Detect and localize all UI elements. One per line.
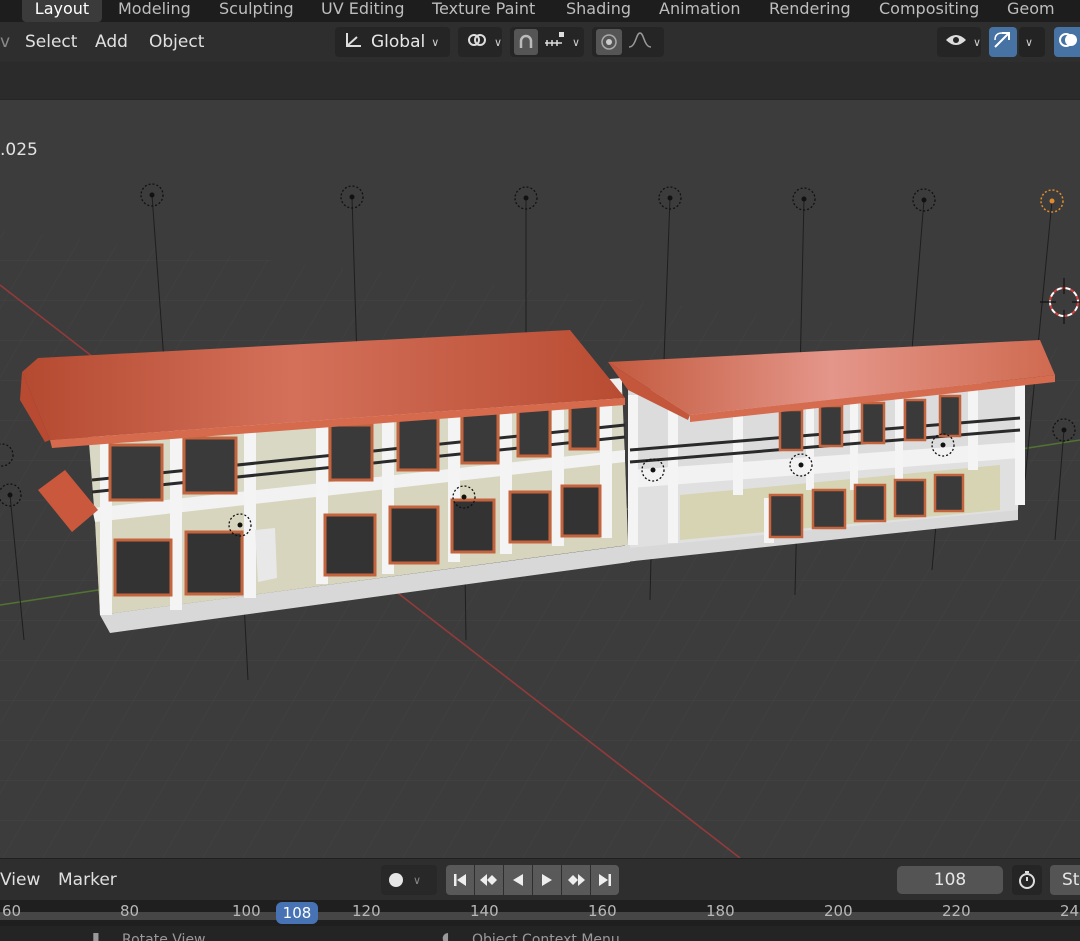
status-bar: ▮ Rotate View ◖ Object Context Menu <box>0 926 1080 941</box>
chevron-down-icon: ∨ <box>973 35 982 49</box>
record-icon <box>389 873 403 887</box>
tab-sculpting[interactable]: Sculpting <box>219 0 294 22</box>
snap-magnet-icon[interactable] <box>514 29 538 55</box>
link-icon <box>466 30 488 55</box>
tick-label: 80 <box>120 902 140 920</box>
viewport-header: v Select Add Object Global ∨ ∨ ∨ ∨ ∨ <box>0 22 1080 62</box>
transform-orientation-dropdown[interactable]: Global ∨ <box>335 27 450 57</box>
mouse-middle-icon: ▮ <box>92 930 100 941</box>
jump-to-end-button[interactable] <box>591 865 619 895</box>
snap-increment-icon <box>544 31 566 54</box>
falloff-curve-icon <box>628 31 652 54</box>
tab-texture-paint[interactable]: Texture Paint <box>432 0 535 22</box>
tab-shading[interactable]: Shading <box>566 0 631 22</box>
workspace-tabs: Layout Modeling Sculpting UV Editing Tex… <box>0 0 1080 22</box>
current-frame-indicator[interactable]: 108 <box>276 902 318 924</box>
gizmo-icon <box>992 30 1014 55</box>
play-reverse-button[interactable] <box>504 865 532 895</box>
chevron-down-icon: ∨ <box>1025 35 1034 49</box>
tab-uv-editing[interactable]: UV Editing <box>321 0 404 22</box>
jump-start-icon <box>454 874 466 886</box>
overlays-icon <box>1058 30 1078 55</box>
tick-label: 60 <box>2 902 22 920</box>
tool-settings-strip <box>0 62 1080 100</box>
play-reverse-icon <box>513 874 523 886</box>
jump-to-keyframe-next-button[interactable] <box>562 865 590 895</box>
prev-keyframe-icon <box>480 874 497 886</box>
jump-to-start-button[interactable] <box>446 865 474 895</box>
next-keyframe-icon <box>568 874 585 886</box>
menu-view[interactable]: View <box>0 870 40 890</box>
3d-viewport[interactable]: .025 <box>0 100 1080 858</box>
current-frame-field[interactable]: 108 <box>897 866 1003 894</box>
chevron-down-icon: ∨ <box>571 35 580 49</box>
tick-label: 160 <box>588 902 617 920</box>
auto-keying-toggle[interactable]: ∨ <box>381 865 437 895</box>
menu-add[interactable]: Add <box>95 32 128 52</box>
menu-select[interactable]: Select <box>25 32 77 52</box>
tab-layout[interactable]: Layout <box>22 0 102 22</box>
timeline-ruler[interactable]: 60 80 100 108 120 140 160 180 200 220 24 <box>0 900 1080 926</box>
tab-modeling[interactable]: Modeling <box>118 0 191 22</box>
jump-end-icon <box>599 874 611 886</box>
visibility-dropdown[interactable]: ∨ <box>937 27 981 57</box>
viewport-scale-text: .025 <box>0 140 38 160</box>
pivot-point-dropdown[interactable]: ∨ <box>458 27 502 57</box>
chevron-down-icon: ∨ <box>431 35 440 49</box>
chevron-down-icon: ∨ <box>413 873 422 887</box>
tick-label: 24 <box>1060 902 1080 920</box>
viewport-canvas <box>0 183 1080 858</box>
mouse-right-icon: ◖ <box>442 930 450 941</box>
tick-label: 180 <box>706 902 735 920</box>
gizmo-toggle[interactable] <box>989 27 1017 57</box>
status-context-menu: Object Context Menu <box>472 932 620 941</box>
proportional-editing-icon[interactable] <box>596 29 622 55</box>
menu-marker[interactable]: Marker <box>58 870 117 890</box>
3d-cursor-icon[interactable] <box>1040 278 1080 324</box>
stopwatch-icon <box>1019 871 1035 889</box>
snap-toggle-group[interactable]: ∨ <box>510 27 584 57</box>
overlays-toggle[interactable] <box>1054 27 1080 57</box>
tick-label: 200 <box>824 902 853 920</box>
play-button[interactable] <box>533 865 561 895</box>
tab-geometry-nodes[interactable]: Geom <box>1007 0 1080 22</box>
tab-animation[interactable]: Animation <box>659 0 741 22</box>
play-icon <box>542 874 552 886</box>
timeline-header: View Marker ∨ 108 St <box>0 858 1080 900</box>
gizmo-dropdown[interactable]: ∨ <box>1019 27 1045 57</box>
status-rotate-view: Rotate View <box>122 932 206 941</box>
tab-rendering[interactable]: Rendering <box>769 0 851 22</box>
proportional-editing-group[interactable] <box>592 27 664 57</box>
start-frame-field[interactable]: St <box>1050 865 1080 895</box>
tick-label: 140 <box>470 902 499 920</box>
tab-compositing[interactable]: Compositing <box>879 0 979 22</box>
menu-object[interactable]: Object <box>149 32 204 52</box>
preview-range-toggle[interactable] <box>1012 865 1042 895</box>
jump-to-keyframe-prev-button[interactable] <box>475 865 503 895</box>
orientation-label: Global <box>371 32 426 52</box>
selected-light-gizmo[interactable] <box>1040 189 1064 213</box>
eye-icon <box>945 31 967 54</box>
tick-label: 100 <box>232 902 261 920</box>
chevron-down-icon: ∨ <box>494 35 503 49</box>
tick-label: 120 <box>352 902 381 920</box>
orientation-axes-icon <box>343 30 365 55</box>
frame-range-bar <box>0 912 1080 920</box>
tick-label: 220 <box>942 902 971 920</box>
